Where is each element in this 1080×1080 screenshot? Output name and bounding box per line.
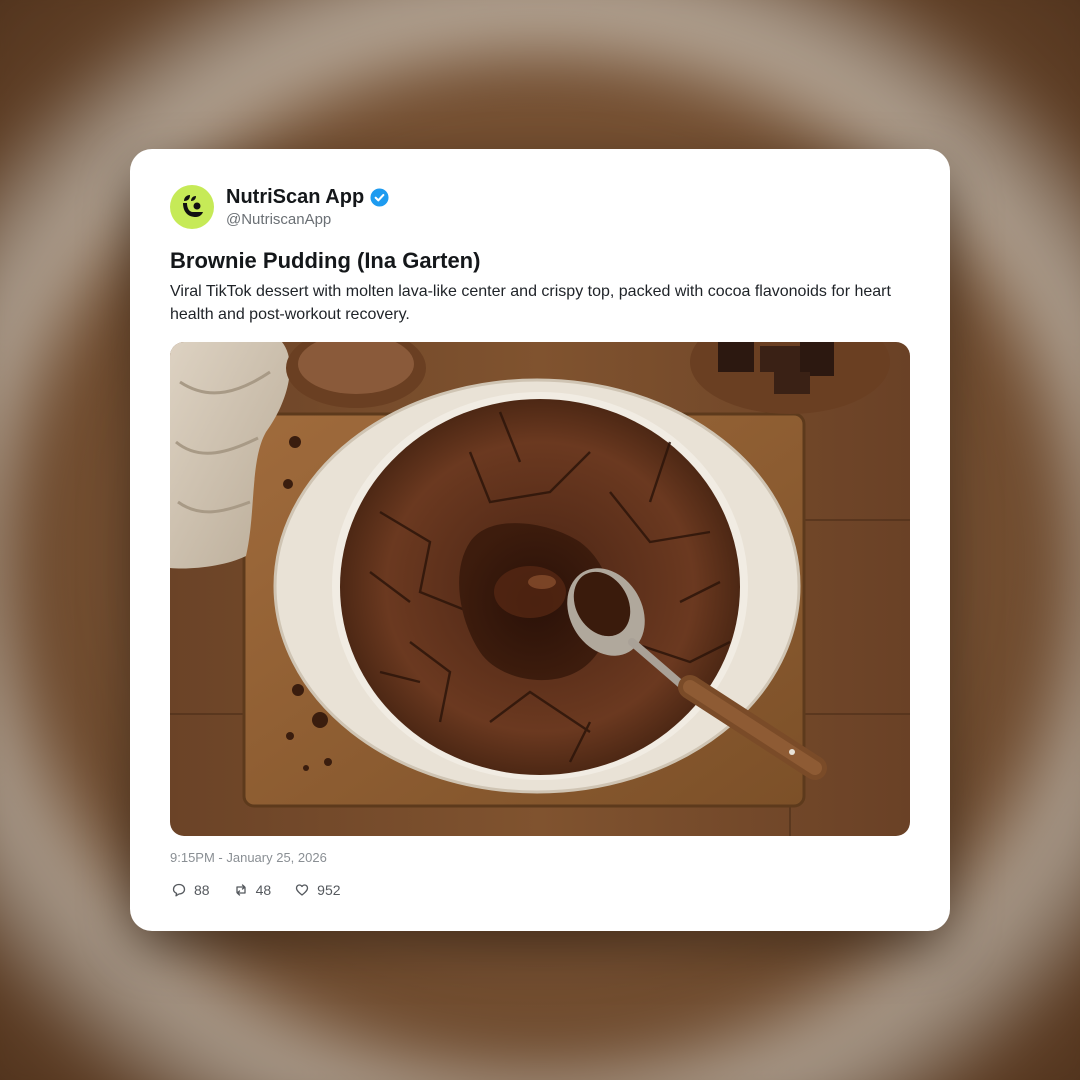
speech-bubble-icon [172,883,186,897]
post-card: NutriScan App @NutriscanApp Brownie Pudd… [130,149,950,931]
post-header: NutriScan App @NutriscanApp [170,185,670,229]
photo-illustration [170,342,910,836]
account-handle[interactable]: @NutriscanApp [226,211,331,229]
repost-arrows-icon [235,884,246,896]
like-button[interactable]: 952 [295,881,341,899]
verified-badge-icon [370,187,389,207]
engagement-stats: 88 48 952 [172,881,341,899]
brownie-pudding-photo[interactable] [170,342,910,836]
post-body: Viral TikTok dessert with molten lava-li… [170,283,891,323]
name-row: NutriScan App [226,185,389,209]
post-title: Brownie Pudding (Ina Garten) [170,248,481,273]
account-name[interactable]: NutriScan App [226,185,364,209]
like-count: 952 [317,882,341,898]
reply-count: 88 [194,882,210,898]
repost-button[interactable]: 48 [234,881,272,899]
reply-button[interactable]: 88 [172,881,210,899]
heart-icon [296,884,309,896]
repost-count: 48 [255,882,272,898]
avatar[interactable] [170,185,214,229]
post-timestamp: 9:15PM - January 25, 2026 [170,850,327,865]
leaf-logo-icon [183,195,203,217]
